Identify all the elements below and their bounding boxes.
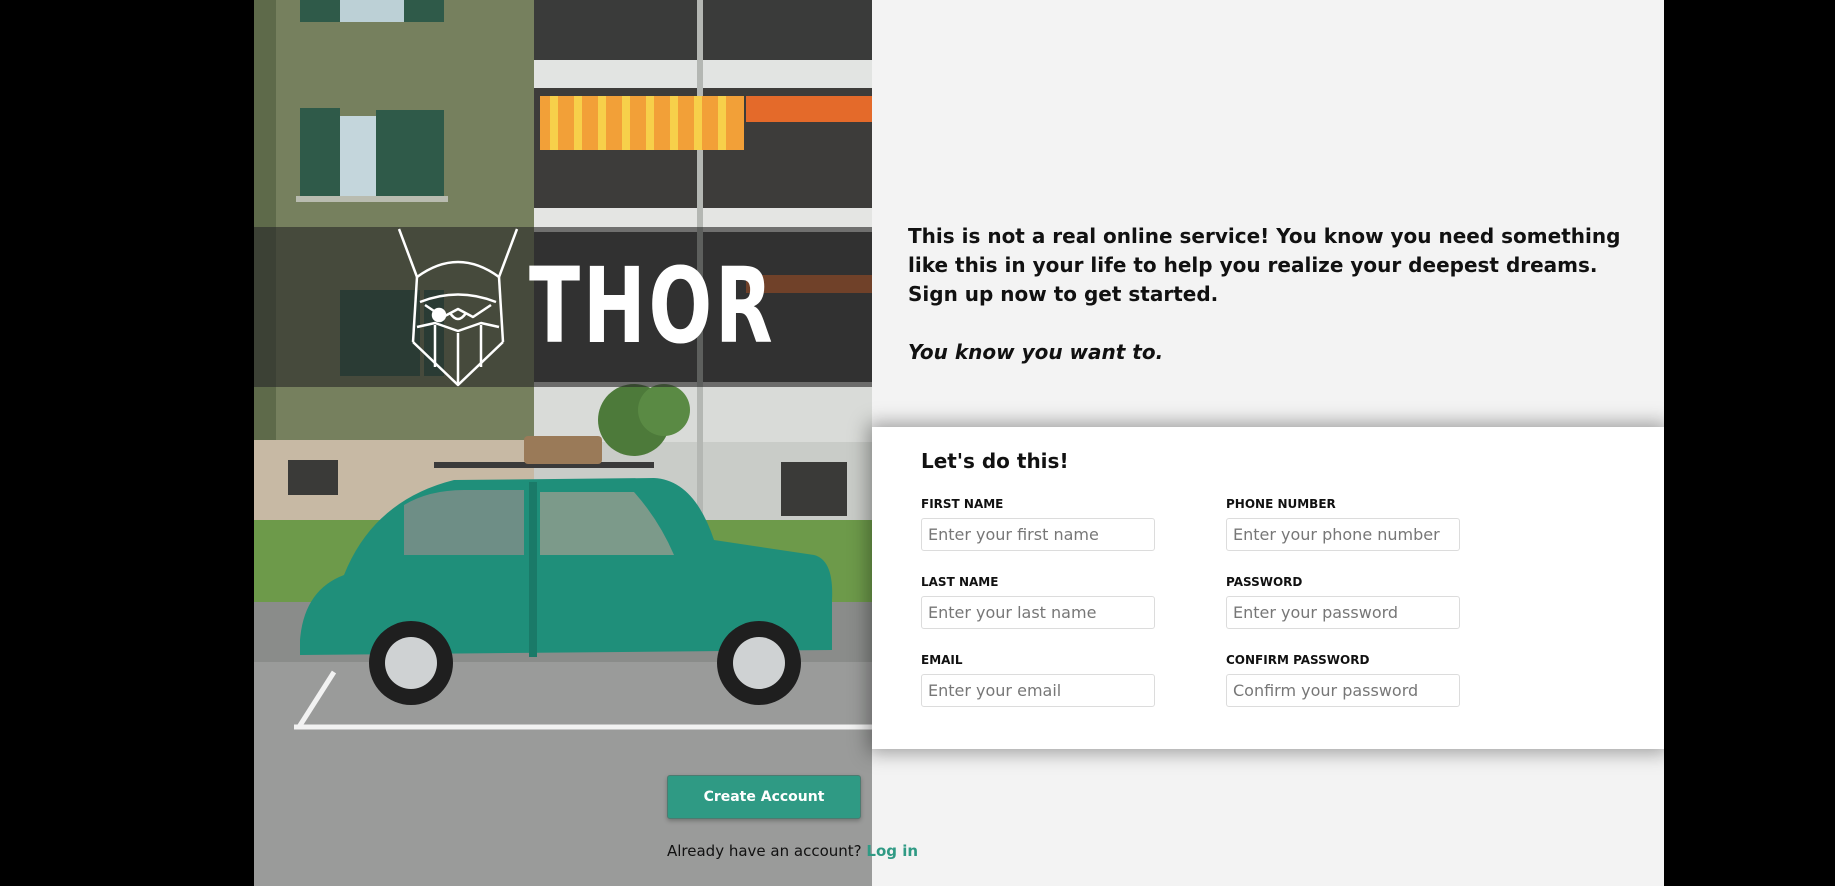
- intro-tagline: You know you want to.: [908, 340, 1164, 364]
- form-title: Let's do this!: [921, 449, 1069, 473]
- intro-text: This is not a real online service! You k…: [908, 224, 1621, 306]
- signup-panel: This is not a real online service! You k…: [872, 0, 1664, 886]
- first-name-label: FIRST NAME: [921, 497, 1004, 511]
- login-link[interactable]: Log in: [866, 842, 918, 860]
- login-prompt: Already have an account? Log in: [667, 842, 918, 860]
- intro-block: This is not a real online service! You k…: [908, 222, 1628, 367]
- brand-logo-text: THOR: [529, 245, 776, 367]
- first-name-input[interactable]: [921, 518, 1155, 551]
- viking-helmet-icon: [397, 228, 519, 387]
- phone-group: PHONE NUMBER: [1226, 497, 1460, 551]
- confirm-password-input[interactable]: [1226, 674, 1460, 707]
- last-name-label: LAST NAME: [921, 575, 999, 589]
- first-name-group: FIRST NAME: [921, 497, 1155, 551]
- signup-page: THOR This is not a real online service! …: [254, 0, 1664, 886]
- password-input[interactable]: [1226, 596, 1460, 629]
- login-prompt-text: Already have an account?: [667, 842, 862, 860]
- create-account-button[interactable]: Create Account: [667, 775, 861, 819]
- email-input[interactable]: [921, 674, 1155, 707]
- last-name-input[interactable]: [921, 596, 1155, 629]
- password-label: PASSWORD: [1226, 575, 1303, 589]
- phone-label: PHONE NUMBER: [1226, 497, 1336, 511]
- email-group: EMAIL: [921, 653, 1155, 707]
- password-group: PASSWORD: [1226, 575, 1460, 629]
- phone-input[interactable]: [1226, 518, 1460, 551]
- street-scene-image: [254, 0, 872, 886]
- confirm-password-label: CONFIRM PASSWORD: [1226, 653, 1370, 667]
- last-name-group: LAST NAME: [921, 575, 1155, 629]
- confirm-password-group: CONFIRM PASSWORD: [1226, 653, 1460, 707]
- hero-image: THOR: [254, 0, 872, 886]
- signup-form-card: Let's do this! FIRST NAME PHONE NUMBER L…: [872, 427, 1664, 749]
- email-label: EMAIL: [921, 653, 963, 667]
